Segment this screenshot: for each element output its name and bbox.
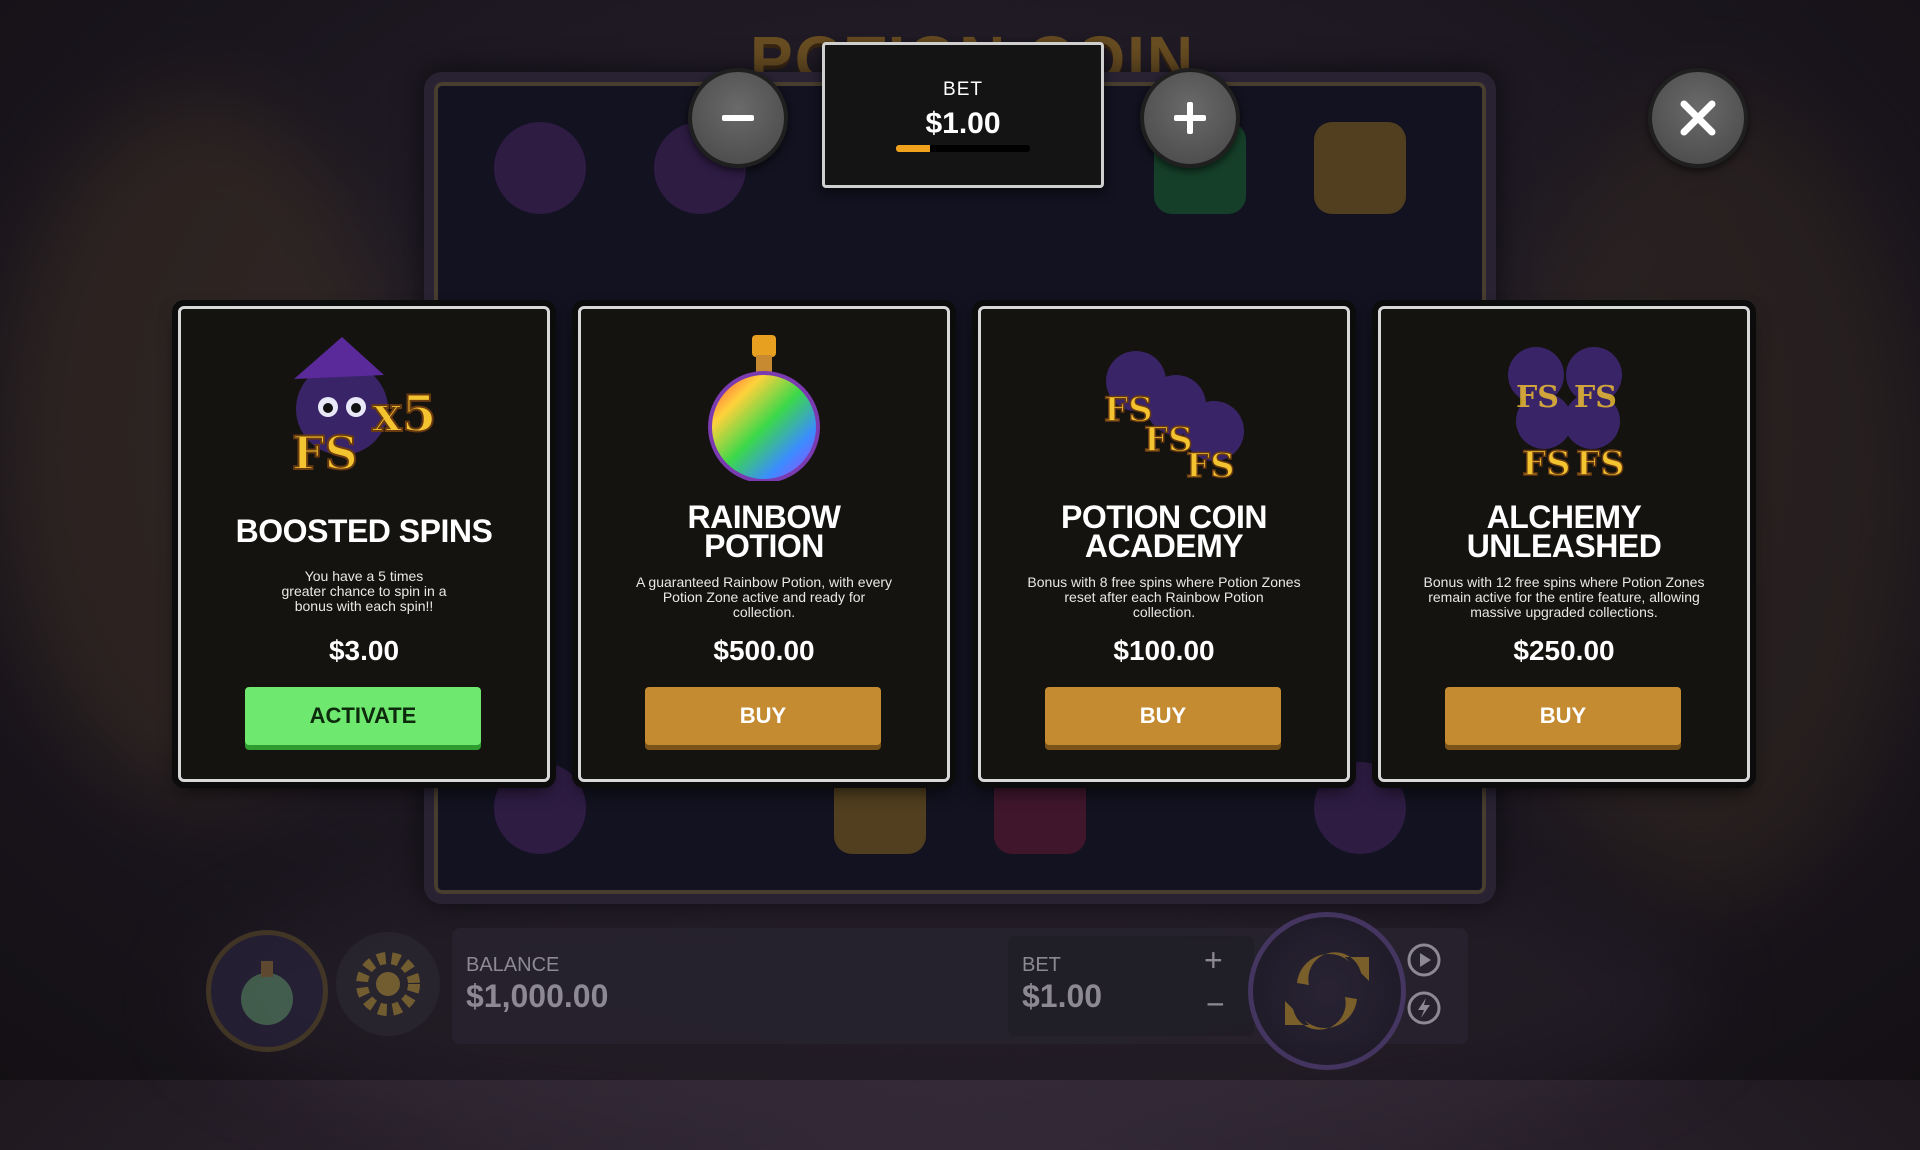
art-x5-text: x5	[372, 384, 437, 443]
bottom-bet-plus-button[interactable]: +	[1204, 942, 1223, 979]
close-button[interactable]	[1648, 68, 1748, 168]
balance-value: $1,000.00	[466, 978, 609, 1014]
buy-button-potion-coin-academy[interactable]: BUY	[1045, 687, 1281, 745]
bet-increase-button[interactable]	[1140, 68, 1240, 168]
bet-display: BET $1.00	[822, 42, 1104, 188]
minus-icon	[722, 115, 754, 121]
spin-button[interactable]	[1248, 912, 1406, 1070]
buy-button-alchemy-unleashed[interactable]: BUY	[1445, 687, 1681, 745]
rainbow-potion-icon	[708, 335, 820, 481]
art-fs-text: FS	[1516, 380, 1559, 415]
plus-icon	[1174, 102, 1206, 134]
academy-art: FS FS FS	[1103, 351, 1244, 481]
alchemy-art: FS FS FS FS	[1508, 347, 1625, 481]
card-title: ALCHEMY UNLEASHED	[1466, 499, 1662, 564]
bottom-bet-label: BET	[1022, 954, 1061, 976]
gear-icon	[356, 952, 420, 1016]
card-description: You have a 5 times greater chance to spin…	[281, 568, 447, 614]
activate-button[interactable]: ACTIVATE	[245, 687, 481, 745]
card-price: $100.00	[1113, 635, 1215, 666]
card-title: RAINBOW POTION	[687, 499, 841, 564]
buy-bonus-button[interactable]	[206, 930, 328, 1052]
boosted-spins-art: FS x5	[291, 337, 438, 481]
spin-icon	[1285, 952, 1369, 1030]
settings-button[interactable]	[336, 932, 440, 1036]
feature-card-alchemy-unleashed: FS FS FS FS ALCHEMY UNLEASHED Bonus with …	[1378, 306, 1750, 782]
bet-level-bar	[896, 145, 1030, 152]
autoplay-button[interactable]	[1404, 940, 1444, 980]
close-icon	[1680, 100, 1716, 136]
balance-label: BALANCE	[466, 954, 560, 976]
card-description: Bonus with 12 free spins where Potion Zo…	[1423, 574, 1705, 620]
card-price: $250.00	[1513, 635, 1615, 666]
potion-icon	[241, 961, 293, 1025]
bet-label: BET	[943, 79, 983, 100]
lightning-icon	[1407, 991, 1441, 1025]
art-fs-text: FS	[1574, 380, 1617, 415]
bet-decrease-button[interactable]	[688, 68, 788, 168]
art-fs-text: FS	[1186, 446, 1235, 481]
card-title: BOOSTED SPINS	[235, 513, 493, 549]
art-fs-text: FS	[1576, 444, 1625, 481]
feature-card-potion-coin-academy: FS FS FS POTION COIN ACADEMY Bonus with 8…	[978, 306, 1350, 782]
art-fs-text: FS	[1522, 444, 1571, 481]
art-fs-text: FS	[292, 426, 358, 480]
card-price: $500.00	[713, 635, 815, 666]
buy-button-rainbow-potion[interactable]: BUY	[645, 687, 881, 745]
bottom-bet-value: $1.00	[1022, 978, 1103, 1014]
bet-value: $1.00	[925, 107, 1001, 140]
turbo-button[interactable]	[1404, 988, 1444, 1028]
bet-panel: BET $1.00 + −	[1008, 936, 1254, 1036]
bottom-bet-minus-button[interactable]: −	[1206, 986, 1225, 1023]
card-description: Bonus with 8 free spins where Potion Zon…	[1027, 574, 1301, 620]
card-title: POTION COIN ACADEMY	[1060, 499, 1268, 564]
play-icon	[1407, 943, 1441, 977]
feature-card-rainbow-potion: RAINBOW POTION A guaranteed Rainbow Potio…	[578, 306, 950, 782]
bet-level-fill	[896, 145, 930, 152]
card-description: A guaranteed Rainbow Potion, with every P…	[635, 574, 893, 620]
card-price: $3.00	[328, 635, 400, 666]
feature-card-boosted-spins: FS x5 BOOSTED SPINS You have a 5 times gr…	[178, 306, 550, 782]
